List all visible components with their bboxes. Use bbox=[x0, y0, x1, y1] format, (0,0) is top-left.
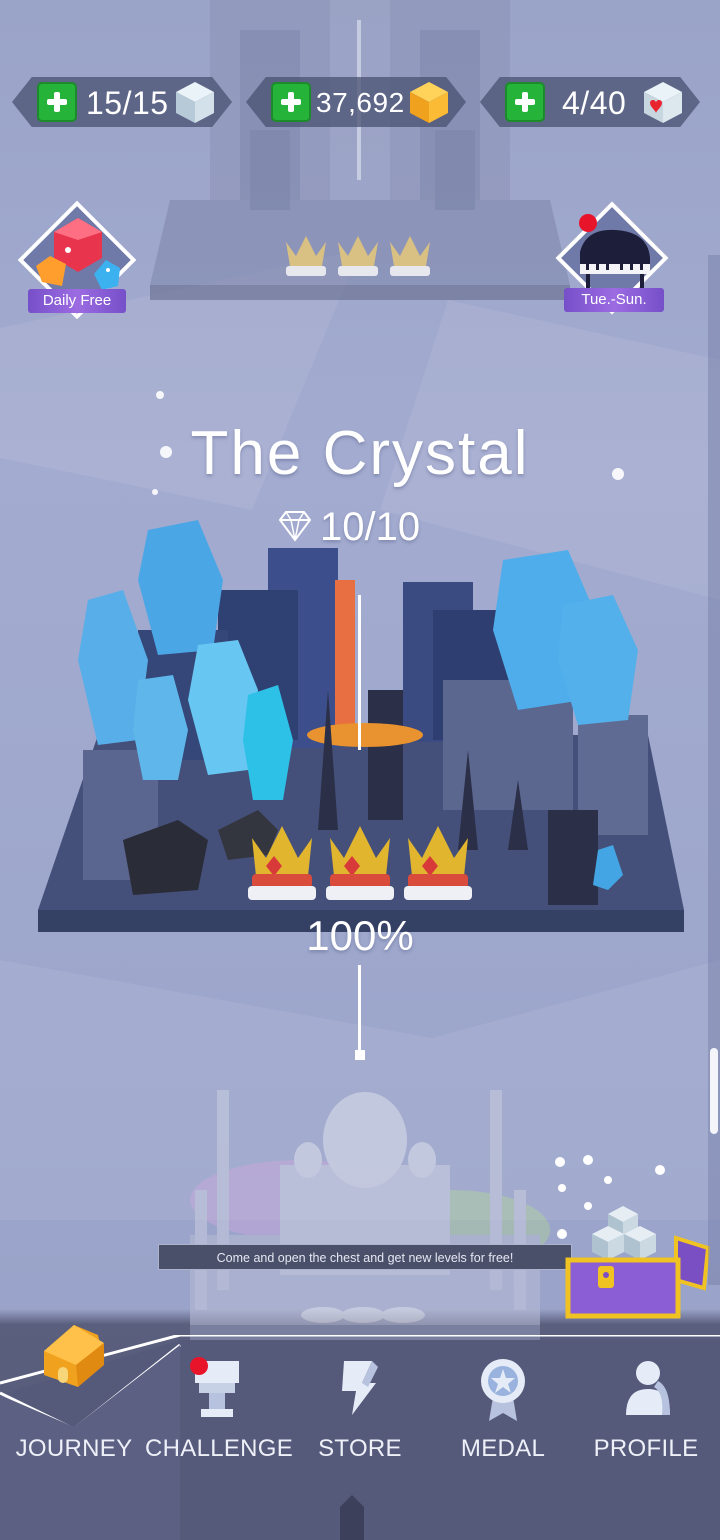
house-icon bbox=[44, 1325, 104, 1387]
piano-icon bbox=[580, 229, 650, 288]
nav-medal[interactable]: MEDAL bbox=[431, 1335, 575, 1475]
daily-free-label: Daily Free bbox=[28, 289, 126, 313]
gems-icon bbox=[36, 218, 120, 290]
piano-notification-dot bbox=[579, 214, 597, 232]
gold-cube-icon bbox=[410, 82, 448, 123]
coins-value: 37,692 bbox=[316, 87, 405, 118]
nav-store-label: STORE bbox=[318, 1435, 402, 1462]
add-coins-button[interactable] bbox=[271, 82, 311, 122]
daily-free-badge[interactable]: Daily Free bbox=[17, 200, 137, 322]
nav-profile[interactable]: PROFILE bbox=[574, 1335, 718, 1475]
profile-icon bbox=[626, 1361, 670, 1415]
hearts-counter[interactable]: 4/40 bbox=[480, 77, 700, 127]
medal-icon bbox=[481, 1359, 525, 1421]
store-icon bbox=[342, 1361, 378, 1415]
nav-profile-label: PROFILE bbox=[593, 1435, 699, 1462]
nav-challenge-label: CHALLENGE bbox=[145, 1435, 294, 1462]
add-energy-button[interactable] bbox=[37, 82, 77, 122]
level-connector-node bbox=[355, 1050, 365, 1060]
previous-level-crowns bbox=[286, 236, 430, 276]
next-level-island[interactable] bbox=[180, 1070, 550, 1340]
bottom-navigation: JOURNEY CHALLENGE STORE MEDAL PROFILE bbox=[0, 1325, 720, 1540]
heart-cube-icon bbox=[644, 82, 682, 123]
challenge-notification-dot bbox=[190, 1357, 208, 1375]
piano-event-badge[interactable]: Tue.-Sun. bbox=[555, 201, 670, 320]
piano-event-label: Tue.-Sun. bbox=[564, 288, 664, 312]
level-title: The Crystal bbox=[190, 419, 530, 488]
energy-value: 15/15 bbox=[86, 85, 169, 121]
add-hearts-button[interactable] bbox=[505, 82, 545, 122]
hearts-value: 4/40 bbox=[562, 85, 627, 121]
scrollbar-thumb[interactable] bbox=[710, 1048, 718, 1134]
nav-journey[interactable]: JOURNEY bbox=[2, 1325, 146, 1475]
light-blue-cube-icon bbox=[176, 82, 214, 123]
level-crowns bbox=[248, 826, 472, 900]
nav-store[interactable]: STORE bbox=[288, 1335, 432, 1475]
nav-challenge[interactable]: CHALLENGE bbox=[145, 1335, 294, 1475]
chest-tooltip: Come and open the chest and get new leve… bbox=[158, 1244, 572, 1270]
level-progress: 100% bbox=[306, 912, 414, 959]
treasure-chest-icon[interactable] bbox=[548, 1148, 714, 1326]
nav-medal-label: MEDAL bbox=[460, 1435, 546, 1462]
level-connector bbox=[358, 965, 361, 1055]
energy-counter[interactable]: 15/15 bbox=[12, 77, 232, 127]
coins-counter[interactable]: 37,692 bbox=[246, 77, 466, 127]
nav-journey-label: JOURNEY bbox=[15, 1435, 133, 1462]
